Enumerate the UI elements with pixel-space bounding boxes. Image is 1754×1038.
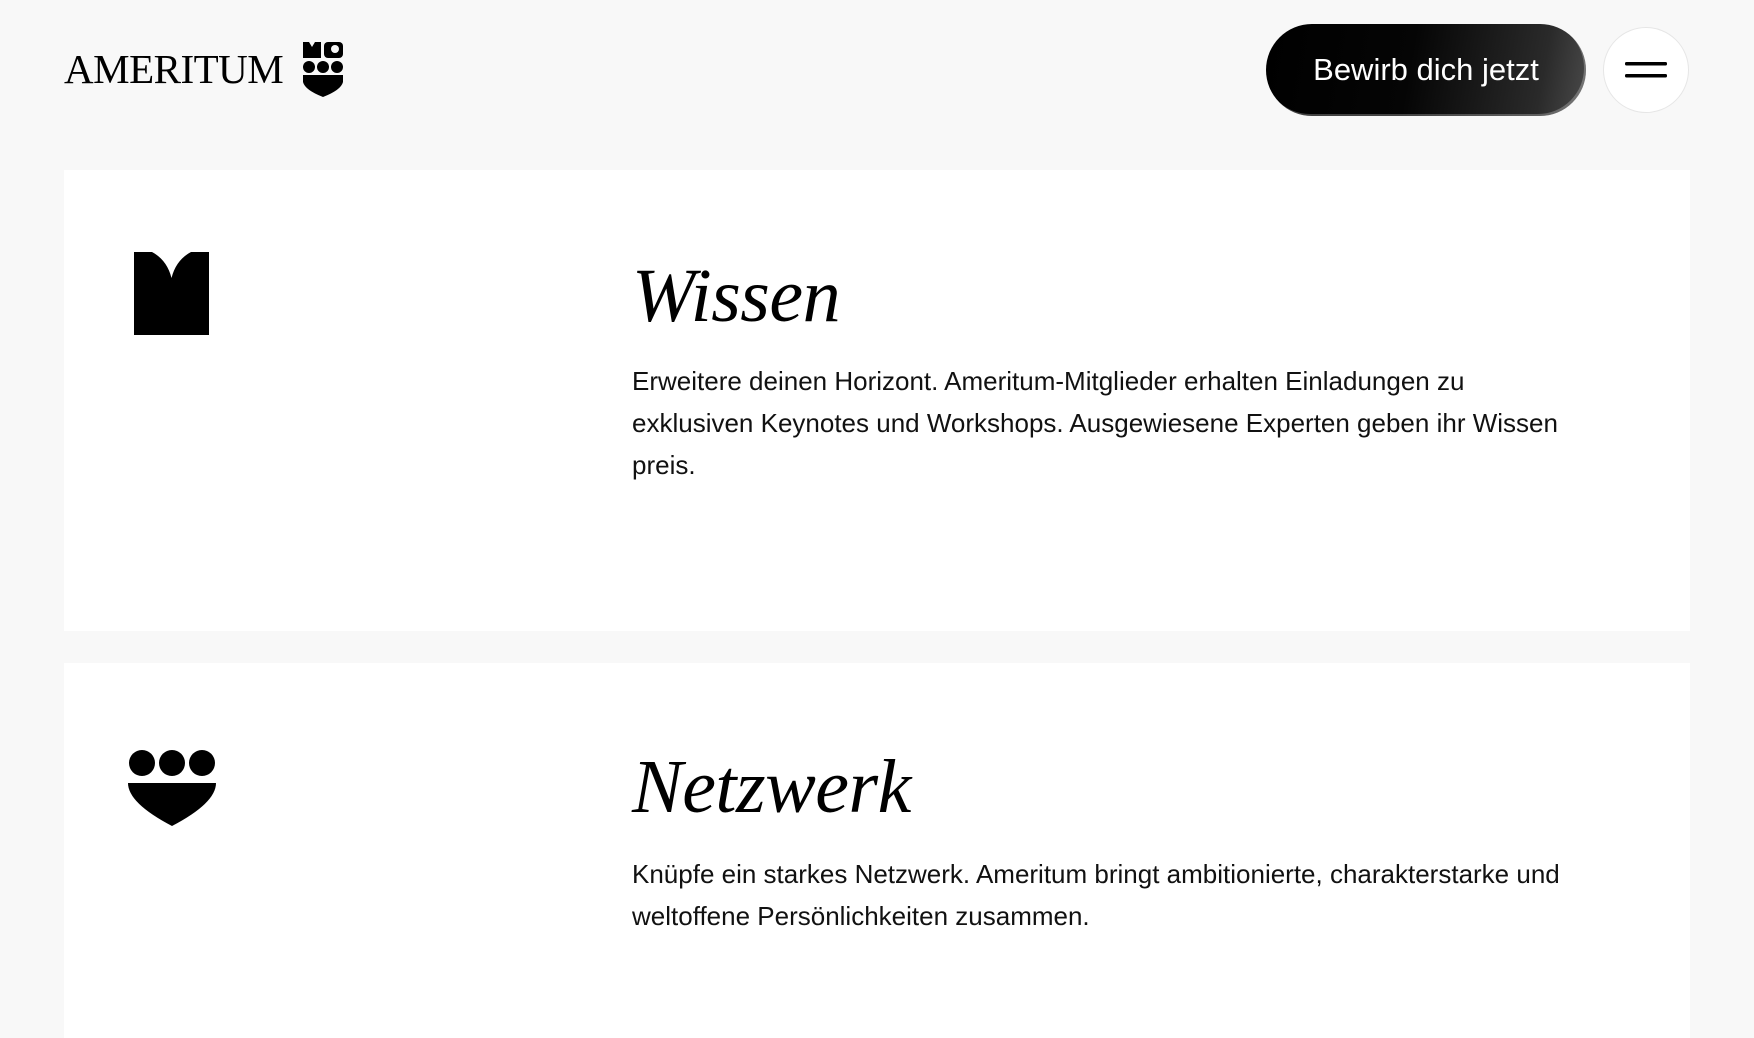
- page: AMERITUM Bewirb dich jetzt Wissen Erweit…: [0, 0, 1754, 1038]
- crest-logo-icon: [303, 42, 344, 97]
- logo-link[interactable]: AMERITUM: [64, 40, 345, 98]
- feature-title: Netzwerk: [632, 745, 911, 829]
- site-header: AMERITUM Bewirb dich jetzt: [0, 0, 1754, 140]
- book-shape-icon: [134, 252, 209, 335]
- apply-now-button[interactable]: Bewirb dich jetzt: [1266, 24, 1586, 116]
- logo-text: AMERITUM: [64, 45, 284, 92]
- feature-title: Wissen: [632, 254, 841, 338]
- feature-card-wissen: Wissen Erweitere deinen Horizont. Amerit…: [64, 170, 1690, 631]
- menu-button[interactable]: [1603, 27, 1689, 113]
- feature-card-netzwerk: Netzwerk Knüpfe ein starkes Netzwerk. Am…: [64, 663, 1690, 1038]
- three-dots-heart-icon: [128, 750, 216, 826]
- feature-description: Knüpfe ein starkes Netzwerk. Ameritum br…: [632, 859, 1560, 931]
- feature-description: Erweitere deinen Horizont. Ameritum-Mitg…: [632, 366, 1558, 480]
- hamburger-menu-icon: [1625, 62, 1667, 78]
